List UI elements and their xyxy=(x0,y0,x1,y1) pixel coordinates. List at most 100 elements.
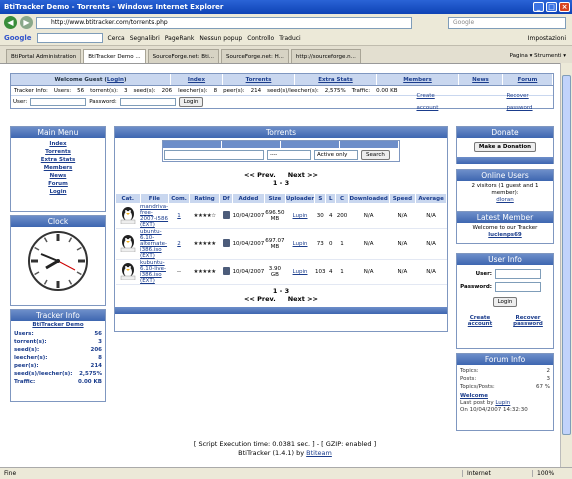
torrent-file-link[interactable]: kubuntu-6.10-live-i386.iso (EXT) xyxy=(140,259,169,285)
category-linux-icon[interactable] xyxy=(115,259,141,285)
col-cat[interactable]: Cat. xyxy=(115,193,141,204)
torrent-leechers[interactable]: 0 xyxy=(325,228,336,260)
torrent-uploader[interactable]: Lupin xyxy=(285,228,315,260)
torrent-completed[interactable]: 1 xyxy=(335,228,349,260)
col-l[interactable]: L xyxy=(325,193,337,204)
toolbar-settings[interactable]: Impostazioni xyxy=(528,35,566,42)
torrent-completed[interactable]: 1 xyxy=(335,259,349,285)
torrent-completed[interactable]: 200 xyxy=(335,203,349,229)
torrent-file-link[interactable]: mandriva-free-2007-i586 (EXT) xyxy=(140,203,169,229)
close-button[interactable]: × xyxy=(559,2,570,12)
download-icon[interactable] xyxy=(219,259,233,285)
latest-member-link[interactable]: lucienps69 xyxy=(459,232,551,239)
floppy-icon[interactable] xyxy=(222,239,230,247)
user-info-password-input[interactable] xyxy=(495,282,541,292)
tab-btiportal[interactable]: BtiPortal Administration xyxy=(6,49,82,63)
torrent-comments[interactable]: 2 xyxy=(168,228,190,260)
col-speed[interactable]: Speed xyxy=(388,193,417,204)
col-c[interactable]: C xyxy=(335,193,349,204)
forum-last-post-user[interactable]: Lupin xyxy=(495,400,510,406)
user-info-login-button[interactable]: Login xyxy=(492,297,518,307)
tab-sourceforge-2[interactable]: SourceForge.net: H... xyxy=(221,49,289,63)
nav-torrents-label[interactable]: Torrents xyxy=(246,77,272,83)
toolbar-item-controllo[interactable]: Controllo xyxy=(247,35,274,42)
recover-password-link[interactable]: Recover password xyxy=(506,90,553,114)
nav-extra-stats[interactable]: Extra Stats xyxy=(295,74,377,85)
nav-index-label[interactable]: Index xyxy=(188,77,205,83)
page-tools-menu[interactable]: Pagina ▾ Strumenti ▾ xyxy=(510,49,566,63)
nav-forum-label[interactable]: Forum xyxy=(518,77,538,83)
menu-item-index[interactable]: Index xyxy=(11,140,105,148)
menu-item-login[interactable]: Login xyxy=(11,188,105,196)
menu-item-forum[interactable]: Forum xyxy=(11,180,105,188)
user-info-recover-password[interactable]: Recover password xyxy=(509,315,547,327)
category-linux-icon[interactable] xyxy=(115,203,141,229)
toolbar-item-pagerank[interactable]: PageRank xyxy=(165,35,195,42)
user-info-create-account[interactable]: Create account xyxy=(463,315,497,327)
url-input[interactable]: http://www.btitracker.com/torrents.php xyxy=(36,16,412,29)
nav-members-label[interactable]: Members xyxy=(403,77,432,83)
online-member-link[interactable]: dloran xyxy=(459,197,551,204)
prev-link[interactable]: << Prev. xyxy=(244,171,276,179)
forum-welcome-link[interactable]: Welcome xyxy=(460,393,550,400)
nav-torrents[interactable]: Torrents xyxy=(223,74,295,85)
category-select[interactable]: ---- xyxy=(267,149,311,160)
torrent-comments[interactable]: 1 xyxy=(168,203,190,229)
torrent-seeds[interactable]: 103 xyxy=(314,259,326,285)
nav-news[interactable]: News xyxy=(459,74,503,85)
login-button[interactable]: Login xyxy=(178,97,204,107)
col-downloaded[interactable]: Downloaded xyxy=(347,193,390,204)
torrent-uploader[interactable]: Lupin xyxy=(285,259,315,285)
download-icon[interactable] xyxy=(219,203,233,229)
tab-sourceforge-3[interactable]: http://sourceforge.n... xyxy=(290,49,361,63)
nav-extra-stats-label[interactable]: Extra Stats xyxy=(318,77,352,83)
maximize-button[interactable]: □ xyxy=(546,2,557,12)
toolbar-item-cerca[interactable]: Cerca xyxy=(108,35,125,42)
torrent-uploader[interactable]: Lupin xyxy=(285,203,315,229)
menu-item-torrents[interactable]: Torrents xyxy=(11,148,105,156)
nav-members[interactable]: Members xyxy=(377,74,459,85)
col-file[interactable]: File xyxy=(139,193,170,204)
torrent-file-link[interactable]: ubuntu-6.10-alternate-i386.iso (EXT) xyxy=(140,228,169,260)
create-account-link[interactable]: Create account xyxy=(416,90,455,114)
donate-button[interactable]: Make a Donation xyxy=(473,142,537,152)
toolbar-item-traduci[interactable]: Traduci xyxy=(279,35,301,42)
nav-news-label[interactable]: News xyxy=(472,77,489,83)
prev-link-bottom[interactable]: << Prev. xyxy=(244,295,276,303)
minimize-button[interactable]: _ xyxy=(533,2,544,12)
category-linux-icon[interactable] xyxy=(115,228,141,260)
nav-index[interactable]: Index xyxy=(171,74,223,85)
next-link[interactable]: Next >> xyxy=(288,171,318,179)
footer-btiteam-link[interactable]: Btiteam xyxy=(306,449,332,457)
torrent-seeds[interactable]: 30 xyxy=(314,203,326,229)
active-filter-select[interactable]: Active only xyxy=(314,149,358,160)
torrent-leechers[interactable]: 4 xyxy=(325,259,336,285)
tab-btitracker[interactable]: BtiTracker Demo ... xyxy=(83,49,146,63)
next-link-bottom[interactable]: Next >> xyxy=(288,295,318,303)
zoom-level[interactable]: 100% xyxy=(532,470,572,477)
search-button[interactable]: Search xyxy=(361,149,390,160)
nav-forum[interactable]: Forum xyxy=(503,74,553,85)
menu-item-news[interactable]: News xyxy=(11,172,105,180)
toolbar-item-popup[interactable]: Nessun popup xyxy=(199,35,242,42)
login-user-input[interactable] xyxy=(30,98,87,106)
google-search-input[interactable] xyxy=(36,33,103,43)
torrent-leechers[interactable]: 4 xyxy=(325,203,336,229)
toolbar-item-segnalibri[interactable]: Segnalibri xyxy=(130,35,160,42)
search-input[interactable]: Google xyxy=(448,16,566,29)
torrent-seeds[interactable]: 73 xyxy=(314,228,326,260)
back-icon[interactable]: ◀ xyxy=(4,16,17,29)
vertical-scrollbar[interactable] xyxy=(560,63,572,467)
forward-icon[interactable]: ▶ xyxy=(20,16,33,29)
download-icon[interactable] xyxy=(219,228,233,260)
tab-sourceforge-1[interactable]: SourceForge.net: Bti... xyxy=(147,49,219,63)
scrollbar-thumb[interactable] xyxy=(562,75,571,435)
menu-item-extra-stats[interactable]: Extra Stats xyxy=(11,156,105,164)
floppy-icon[interactable] xyxy=(222,211,230,219)
col-s[interactable]: S xyxy=(314,193,327,204)
user-info-user-input[interactable] xyxy=(495,269,541,279)
col-added[interactable]: Added xyxy=(231,193,266,204)
col-size[interactable]: Size xyxy=(264,193,286,204)
torrent-search-input[interactable] xyxy=(164,149,264,160)
welcome-login-link[interactable]: Login xyxy=(107,77,124,83)
